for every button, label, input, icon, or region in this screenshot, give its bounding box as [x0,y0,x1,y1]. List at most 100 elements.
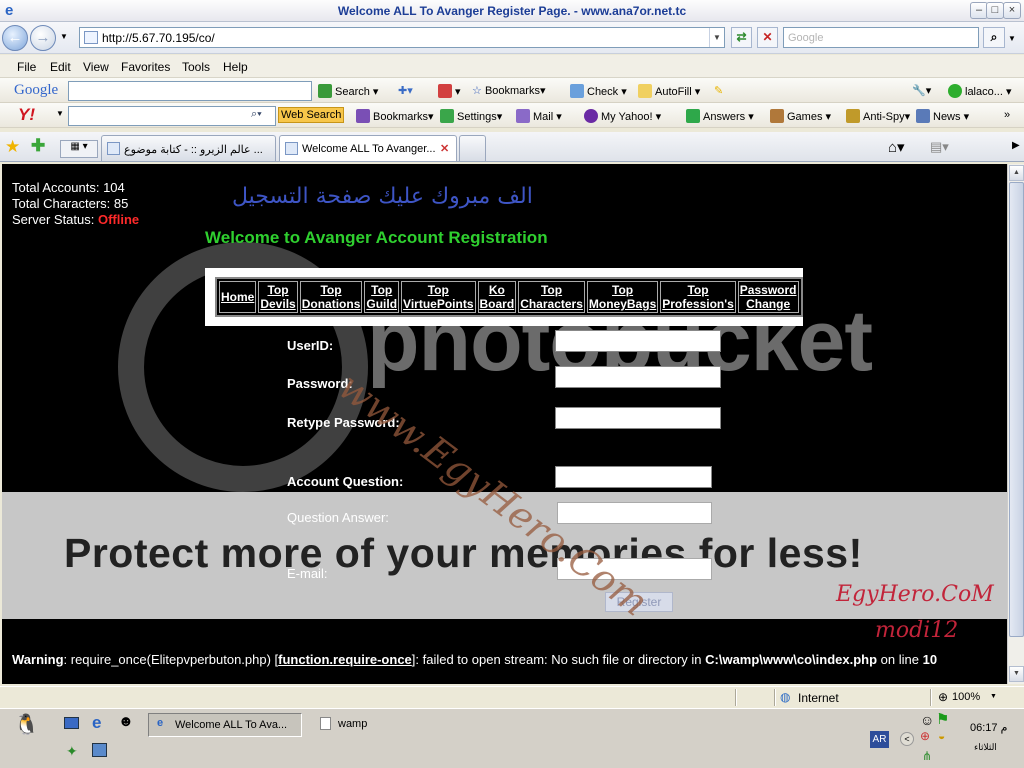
penguin-tray-icon[interactable]: 🐧 [14,712,39,737]
back-button[interactable]: ← [2,25,28,51]
wamp-task-icon [320,717,331,730]
menu-file[interactable]: File [17,60,36,74]
yahoo-bookmarks-button[interactable]: Bookmarks▾ [356,109,434,123]
search-options-icon[interactable]: ▼ [1008,34,1016,43]
tab-arabic-forum[interactable]: عالم الزيرو :: - كتابة موضوع ... [101,135,276,161]
userid-input[interactable] [555,330,721,352]
yahoo-games-button[interactable]: Games ▾ [770,109,831,123]
autofill-button[interactable]: AutoFill ▾ [638,84,700,98]
yahoo-search-input[interactable] [68,106,276,126]
maximize-button[interactable]: □ [986,2,1004,19]
menu-bar: File Edit View Favorites Tools Help [0,55,1024,78]
quicklaunch-icon-2[interactable] [92,743,107,757]
userid-label: UserID: [287,338,334,353]
popup-blocker-button[interactable]: ▾ [438,84,461,98]
highlight-icon[interactable]: ✎ [714,84,723,97]
nav-top-donations[interactable]: Top Donations [299,281,363,313]
tray-share-icon[interactable]: ⋔ [922,749,932,763]
refresh-button[interactable]: ⇄ [731,27,752,48]
home-icon[interactable]: ⌂▾ [888,138,905,156]
yahoo-settings-button[interactable]: Settings▾ [440,109,502,123]
scroll-thumb[interactable] [1009,182,1024,637]
warning-function-link[interactable]: function.require-once [278,652,412,667]
wrench-icon[interactable]: 🔧▾ [912,84,931,97]
add-favorites-icon[interactable]: ✚ [31,136,45,156]
google-plus-icon[interactable]: ✚▾ [398,84,413,97]
zoom-level[interactable]: 100% [952,691,980,703]
nav-top-devils[interactable]: Top Devils [258,281,298,313]
menu-view[interactable]: View [83,60,109,74]
scroll-up-icon[interactable]: ▲ [1009,165,1024,181]
nav-top-professions[interactable]: Top Profession's [660,281,736,313]
nav-top-virtuepoints[interactable]: Top VirtuePoints [401,281,476,313]
my-yahoo-button[interactable]: My Yahoo! ▾ [584,109,661,123]
menu-favorites[interactable]: Favorites [121,60,170,74]
tray-flag-icon[interactable]: ⚑ [936,710,949,728]
search-go-button[interactable]: ⌕ [983,27,1005,48]
tab-avanger-active[interactable]: Welcome ALL To Avanger... ✕ [279,135,457,161]
tray-network-icon[interactable]: ⊕ [920,729,930,743]
address-field[interactable]: http://5.67.70.195/co/ ▼ [79,27,725,48]
show-desktop-icon[interactable] [64,717,79,729]
messenger-icon[interactable]: ☻ [118,713,134,730]
google-account-button[interactable]: lalaco... ▾ [948,84,1012,98]
nav-top-characters[interactable]: Top Characters [518,281,585,313]
menu-tools[interactable]: Tools [182,60,210,74]
stop-button[interactable]: ✕ [757,27,778,48]
nav-home[interactable]: Home [219,281,257,313]
total-characters: Total Characters: 85 [12,196,129,211]
yahoo-answers-button[interactable]: Answers ▾ [686,109,754,123]
yahoo-mail-button[interactable]: Mail ▾ [516,109,562,123]
tray-emoticon-icon[interactable]: ☺ [920,712,934,728]
nav-password-change[interactable]: Password Change [737,281,799,313]
nav-top-moneybags[interactable]: Top MoneyBags [586,281,659,313]
yahoo-web-search-button[interactable]: Web Search [278,107,345,123]
tab-page-icon [285,142,298,155]
total-accounts: Total Accounts: 104 [12,180,125,195]
yahoo-antispy-button[interactable]: Anti-Spy▾ [846,109,910,123]
scroll-down-icon[interactable]: ▼ [1009,666,1024,682]
address-dropdown-icon[interactable]: ▼ [709,28,724,47]
close-tab-icon[interactable]: ✕ [440,142,449,155]
new-tab-button[interactable] [459,135,486,161]
globe-icon: ◍ [780,690,791,704]
zoom-dropdown-icon[interactable]: ▼ [990,693,997,700]
clock-time[interactable]: 06:17 م [970,721,1007,734]
ie-taskbar-button[interactable]: e Welcome ALL To Ava... [148,713,302,737]
close-window-button[interactable]: × [1003,2,1021,19]
live-search-input[interactable]: Google [783,27,979,48]
google-bookmarks-button[interactable]: ☆ Bookmarks▾ [472,84,546,97]
wamp-taskbar-button[interactable]: wamp [312,713,432,737]
magnifier-icon: ⌕▾ [251,108,262,120]
menu-help[interactable]: Help [223,60,248,74]
retype-password-input[interactable] [555,407,721,429]
yahoo-news-button[interactable]: News ▾ [916,109,969,123]
vertical-scrollbar[interactable]: ▲ ▼ [1007,164,1024,684]
google-search-button[interactable]: Search ▾ [318,84,378,98]
toolbar-overflow-icon[interactable]: » [1004,109,1010,121]
favorites-star-icon[interactable]: ★ [5,137,20,157]
language-indicator[interactable]: AR [870,731,889,748]
quicklaunch-icon-1[interactable]: ✦ [66,743,78,760]
google-search-input[interactable] [68,81,312,101]
question-answer-input[interactable] [557,502,712,524]
account-question-input[interactable] [555,466,712,488]
spell-check-button[interactable]: Check ▾ [570,84,627,98]
yahoo-menu-dropdown-icon[interactable]: ▼ [56,109,64,118]
nav-top-guild[interactable]: Top Guild [364,281,400,313]
history-dropdown-icon[interactable]: ▼ [60,32,68,41]
password-input[interactable] [555,366,721,388]
tray-expand-icon[interactable]: < [900,732,914,746]
page-content: photobucket Total Accounts: 104 Total Ch… [2,164,1007,684]
tab-bar-chevron-icon[interactable]: ▶ [1012,140,1020,151]
nav-table: Home Top Devils Top Donations Top Guild Top… [215,277,803,317]
tray-speedometer-icon[interactable]: ◒ [938,729,945,743]
nav-ko-board[interactable]: Ko Board [477,281,517,313]
forward-button[interactable]: → [30,25,56,51]
feeds-icon[interactable]: ▤▾ [930,139,949,155]
account-status-icon [948,84,962,98]
google-search-icon [318,84,332,98]
quick-tabs-icon[interactable]: ▦ ▾ [60,140,98,158]
menu-edit[interactable]: Edit [50,60,71,74]
ie-quicklaunch-icon[interactable]: e [92,713,101,733]
